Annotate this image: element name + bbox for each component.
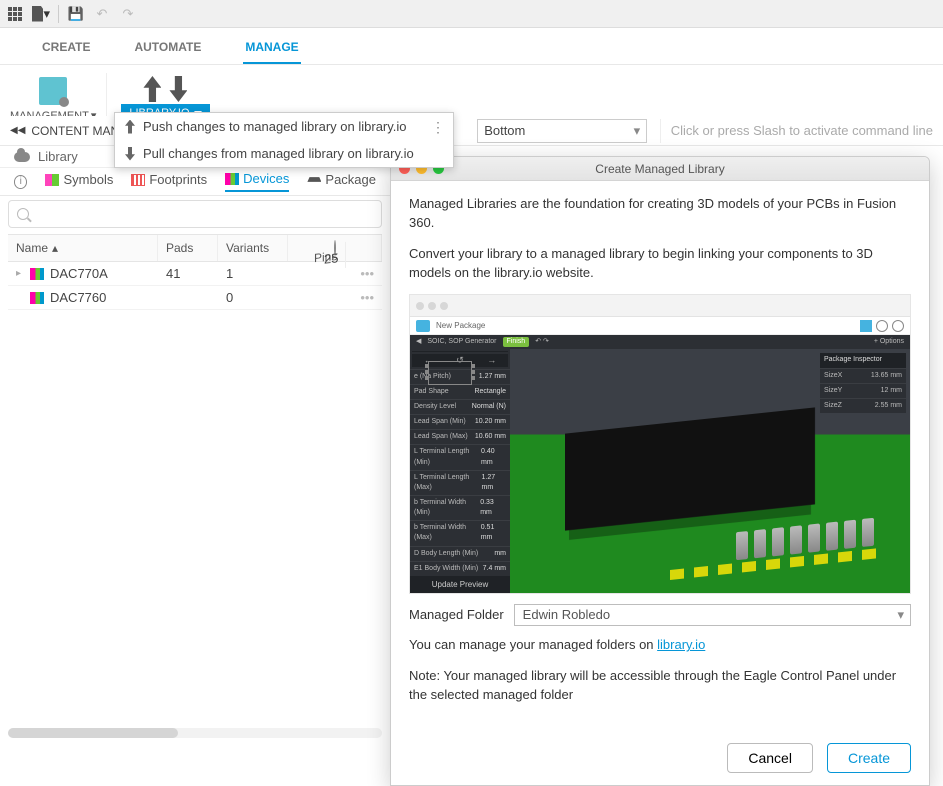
search-icon	[17, 208, 29, 220]
search-input[interactable]	[8, 200, 382, 228]
management-icon[interactable]	[39, 77, 67, 105]
preview-image: New Package ◀SOIC, SOP GeneratorFinish↶ …	[409, 294, 911, 594]
manage-folders-text: You can manage your managed folders on l…	[409, 636, 911, 655]
ribbon-tabs: CREATE AUTOMATE MANAGE	[0, 28, 943, 65]
menu-more-icon[interactable]: ⋮	[431, 119, 445, 136]
apps-grid-icon[interactable]	[6, 5, 24, 23]
col-name[interactable]: Name▴	[8, 235, 158, 261]
table-row[interactable]: DAC7760 0 •••	[8, 286, 382, 310]
save-icon[interactable]: 💾	[67, 5, 85, 23]
device-icon	[30, 292, 44, 304]
subtab-symbols[interactable]: Symbols	[45, 172, 113, 191]
info-icon[interactable]: i	[14, 175, 27, 189]
menu-push-changes[interactable]: Push changes to managed library on libra…	[115, 113, 453, 140]
dialog-intro-1: Managed Libraries are the foundation for…	[409, 195, 911, 233]
preview-gear-icon	[876, 320, 888, 332]
horizontal-scrollbar[interactable]	[8, 728, 382, 738]
create-managed-library-dialog: Create Managed Library Managed Libraries…	[390, 156, 930, 786]
layer-select[interactable]: Bottom	[477, 119, 647, 143]
dialog-titlebar: Create Managed Library	[391, 157, 929, 181]
library-label: Library	[38, 149, 78, 164]
file-icon[interactable]: ▾	[32, 5, 50, 23]
tab-automate[interactable]: AUTOMATE	[132, 36, 203, 64]
pull-arrow-icon[interactable]	[169, 76, 187, 102]
devices-icon	[225, 173, 239, 185]
col-pads[interactable]: Pads	[158, 235, 218, 261]
expand-icon[interactable]: ▸	[16, 268, 24, 279]
preview-inspector: Package Inspector SizeX13.65 mmSizeY12 m…	[820, 353, 906, 413]
symbols-icon	[45, 174, 59, 186]
managed-folder-select[interactable]: Edwin Robledo	[514, 604, 911, 626]
managed-folder-label: Managed Folder	[409, 606, 504, 625]
arrow-down-icon	[125, 147, 135, 161]
packages-icon	[307, 174, 321, 186]
device-icon	[30, 268, 44, 280]
arrow-up-icon	[125, 120, 135, 134]
subtab-devices[interactable]: Devices	[225, 171, 289, 192]
dialog-note: Note: Your managed library will be acces…	[409, 667, 911, 705]
library-subtabs: i Symbols Footprints Devices Package	[0, 168, 390, 196]
preview-side-panel: ←↺→ e (Na Pitch)1.27 mmPad ShapeRectangl…	[410, 349, 510, 593]
cancel-button[interactable]: Cancel	[727, 743, 813, 773]
undo-icon[interactable]: ↶	[93, 5, 111, 23]
row-more-icon[interactable]: •••	[288, 286, 382, 309]
libraryio-link[interactable]: library.io	[657, 637, 705, 652]
footprints-icon	[131, 174, 145, 186]
create-button[interactable]: Create	[827, 743, 911, 773]
tab-manage[interactable]: MANAGE	[243, 36, 300, 64]
dialog-title: Create Managed Library	[595, 162, 724, 176]
command-line-input[interactable]: Click or press Slash to activate command…	[660, 119, 943, 143]
dialog-intro-2: Convert your library to a managed librar…	[409, 245, 911, 283]
redo-icon[interactable]: ↷	[119, 5, 137, 23]
devices-table: Name▴ Pins Pads Variants ▸DAC770A 25 41 …	[8, 234, 382, 310]
col-variants[interactable]: Variants	[218, 235, 288, 261]
sort-asc-icon: ▴	[52, 241, 58, 255]
quick-toolbar: ▾ 💾 ↶ ↷	[0, 0, 943, 28]
libraryio-menu: ⋮ Push changes to managed library on lib…	[114, 112, 454, 168]
push-arrow-icon[interactable]	[143, 76, 161, 102]
subtab-footprints[interactable]: Footprints	[131, 172, 207, 191]
tab-create[interactable]: CREATE	[40, 36, 92, 64]
preview-home-icon	[416, 320, 430, 332]
menu-pull-changes[interactable]: Pull changes from managed library on lib…	[115, 140, 453, 167]
preview-user-icon	[892, 320, 904, 332]
cloud-icon	[14, 152, 30, 162]
table-row[interactable]: ▸DAC770A 25 41 1 •••	[8, 262, 382, 286]
subtab-packages[interactable]: Package	[307, 172, 376, 191]
